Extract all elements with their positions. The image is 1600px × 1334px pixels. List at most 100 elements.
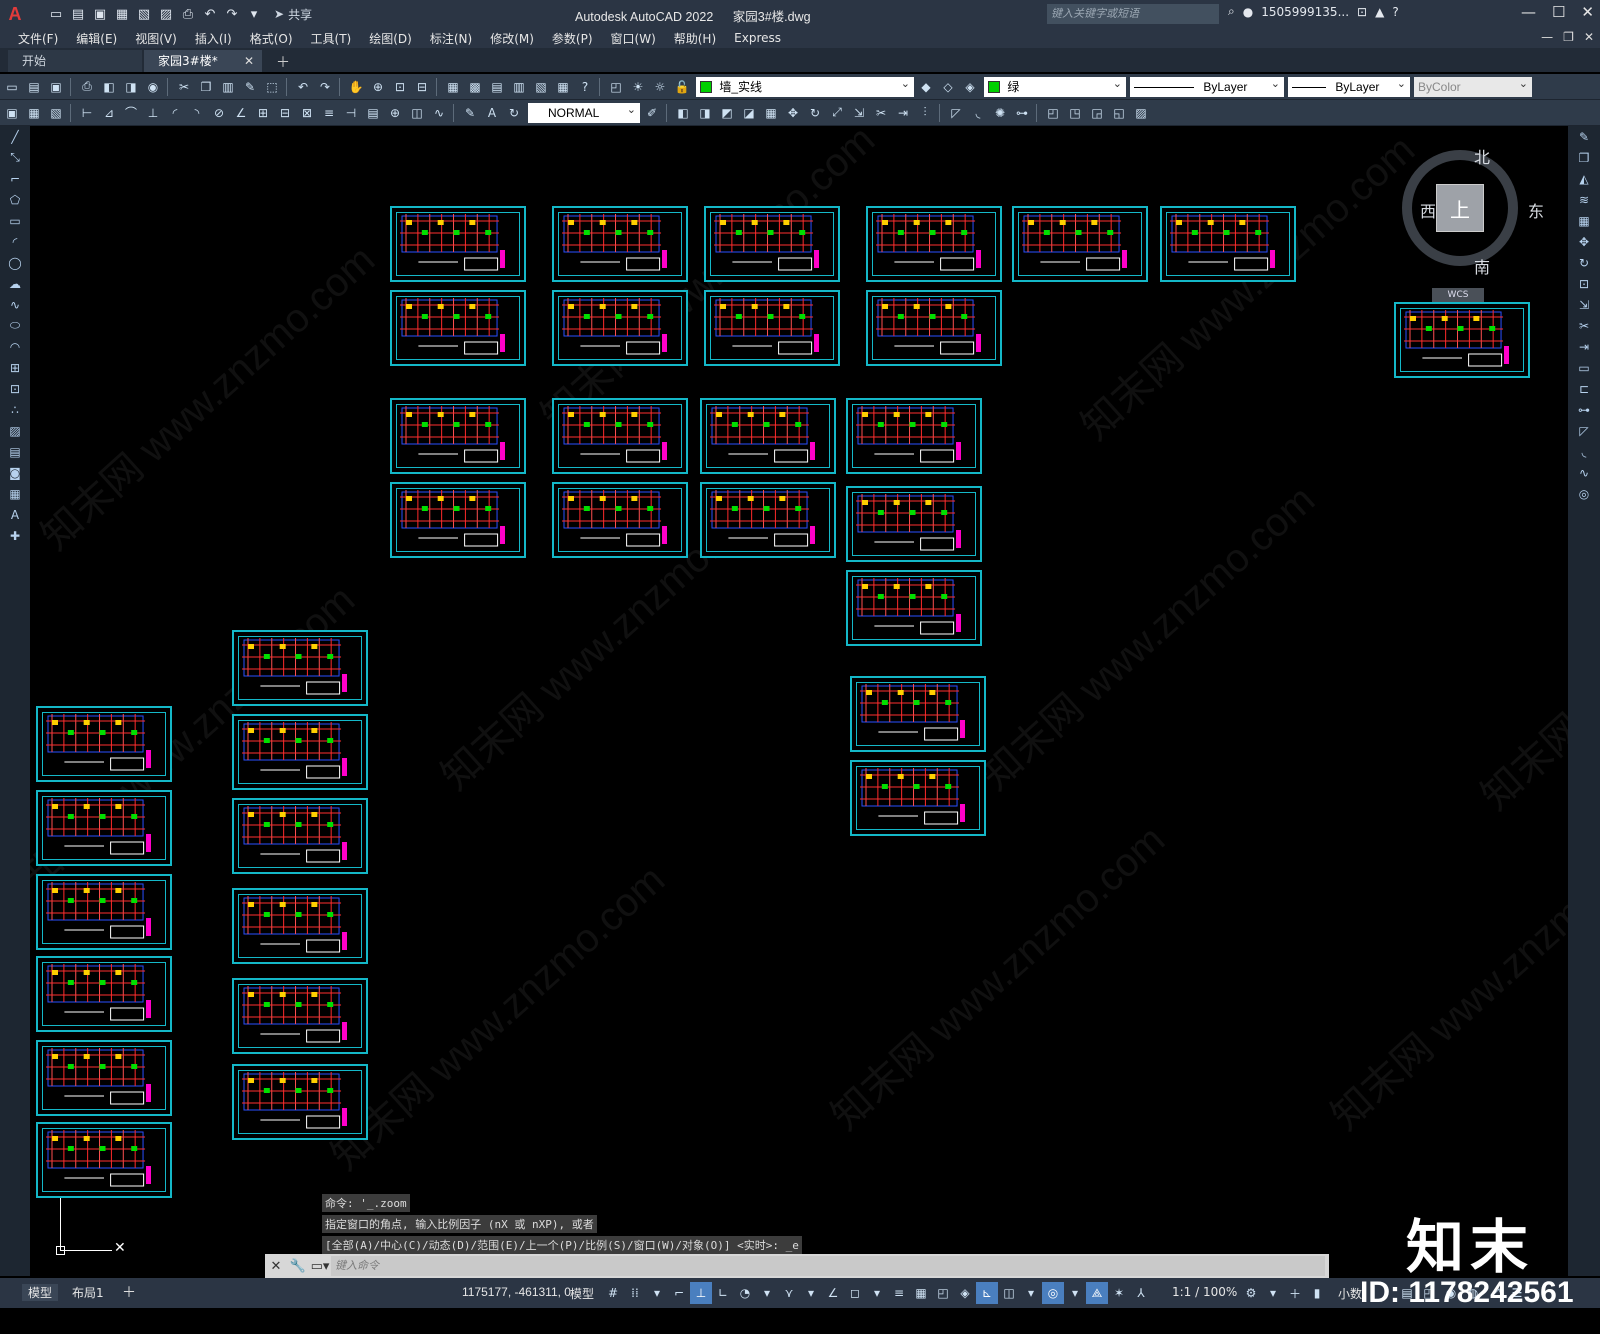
drawing-sheet[interactable]: [866, 206, 1002, 282]
scale-icon[interactable]: ⤢: [827, 103, 847, 123]
ordinate-dim-icon[interactable]: ⊥: [143, 103, 163, 123]
send-back-icon[interactable]: ◲: [1087, 103, 1107, 123]
dim-space-icon[interactable]: ≡: [319, 103, 339, 123]
drawing-sheet[interactable]: [36, 790, 172, 866]
pan-icon[interactable]: ✋: [346, 77, 366, 97]
properties-icon[interactable]: ▦: [443, 77, 463, 97]
dropdown-icon[interactable]: ▾: [866, 1282, 888, 1304]
block-editor-icon[interactable]: ⬚: [262, 77, 282, 97]
coordinates-readout[interactable]: 1175177, -461311, 0: [462, 1285, 571, 1299]
hatch-back-icon[interactable]: ▨: [1131, 103, 1151, 123]
annotation-monitor-icon[interactable]: ＋: [1284, 1282, 1306, 1304]
preview-icon[interactable]: ◧: [99, 77, 119, 97]
baseline-dim-icon[interactable]: ⊟: [275, 103, 295, 123]
region-icon[interactable]: ◙: [0, 462, 30, 483]
angular-dim-icon[interactable]: ∠: [231, 103, 251, 123]
rectangle-icon[interactable]: ▭: [0, 210, 30, 231]
drawing-sheet[interactable]: [232, 978, 368, 1054]
customize-qat-icon[interactable]: ▾: [244, 4, 264, 24]
drawing-sheet[interactable]: [1394, 302, 1530, 378]
drawing-sheet[interactable]: [700, 398, 836, 474]
inspect-icon[interactable]: ◫: [407, 103, 427, 123]
array-icon[interactable]: ▦: [761, 103, 781, 123]
add-selected-icon[interactable]: ✚: [0, 525, 30, 546]
trim-icon[interactable]: ✂: [1568, 315, 1600, 336]
ellipse-arc-icon[interactable]: ◠: [0, 336, 30, 357]
menu-item[interactable]: 格式(O): [250, 30, 293, 47]
annotation-visibility-icon[interactable]: ⟁: [1086, 1282, 1108, 1304]
tab-drawing[interactable]: 家园3#楼* ✕: [144, 50, 262, 72]
dim-style-manager-icon[interactable]: ✐: [642, 103, 662, 123]
drawing-sheet[interactable]: [232, 888, 368, 964]
3d-osnap-icon[interactable]: ◈: [954, 1282, 976, 1304]
rotate-icon[interactable]: ↻: [1568, 252, 1600, 273]
make-block-icon[interactable]: ⊡: [0, 378, 30, 399]
paste-icon[interactable]: ▥: [218, 77, 238, 97]
search-icon[interactable]: ⌕: [1228, 4, 1235, 19]
fillet-icon[interactable]: ◟: [1568, 441, 1600, 462]
close-doc-icon[interactable]: ✕: [1584, 30, 1594, 44]
menu-item[interactable]: 编辑(E): [76, 30, 117, 47]
add-layout-icon[interactable]: ＋: [122, 1282, 136, 1302]
insert-icon[interactable]: ▧: [46, 103, 66, 123]
chamfer-icon[interactable]: ◸: [1568, 420, 1600, 441]
stretch-icon[interactable]: ⇲: [1568, 294, 1600, 315]
grid-icon[interactable]: #: [602, 1282, 624, 1304]
tab-model[interactable]: 模型: [22, 1284, 59, 1301]
selection-filter-icon[interactable]: ◫: [998, 1282, 1020, 1304]
new-tab-icon[interactable]: ＋: [276, 52, 290, 72]
mirror-icon[interactable]: ◩: [717, 103, 737, 123]
text-front-icon[interactable]: ◱: [1109, 103, 1129, 123]
autodesk-app-icon[interactable]: ▲: [1375, 5, 1384, 19]
annotation-scale[interactable]: 1:1 / 100%: [1172, 1285, 1237, 1299]
dropdown-icon[interactable]: ▾: [800, 1282, 822, 1304]
linetype-dropdown[interactable]: ByLayer: [1130, 74, 1284, 97]
tool-palettes-icon[interactable]: ▤: [487, 77, 507, 97]
close-icon[interactable]: ✕: [265, 1259, 287, 1274]
object-snap-tracking-icon[interactable]: ∠: [822, 1282, 844, 1304]
drawing-canvas[interactable]: 知末网 www.znzmo.com 知末网 www.znzmo.com 知末网 …: [30, 126, 1568, 1276]
center-mark-icon[interactable]: ⊕: [385, 103, 405, 123]
share-button[interactable]: ➤ 共享: [274, 6, 312, 23]
layer-properties-icon[interactable]: ◰: [606, 77, 626, 97]
drawing-sheet[interactable]: [36, 706, 172, 782]
3d-print-icon[interactable]: ◉: [143, 77, 163, 97]
cut-icon[interactable]: ✂: [174, 77, 194, 97]
continue-dim-icon[interactable]: ⊠: [297, 103, 317, 123]
dim-text-edit-icon[interactable]: A: [482, 103, 502, 123]
print-icon[interactable]: ⎙: [178, 4, 198, 24]
dim-break-icon[interactable]: ⊣: [341, 103, 361, 123]
drawing-sheet[interactable]: [704, 290, 840, 366]
point-icon[interactable]: ∴: [0, 399, 30, 420]
restore-doc-icon[interactable]: ❐: [1563, 30, 1574, 44]
dropdown-icon[interactable]: ▾: [1064, 1282, 1086, 1304]
zoom-previous-icon[interactable]: ⊟: [412, 77, 432, 97]
lineweight-icon[interactable]: ≡: [888, 1282, 910, 1304]
undo-icon[interactable]: ↶: [200, 4, 220, 24]
drawing-sheet[interactable]: [36, 956, 172, 1032]
calculator-icon[interactable]: ▦: [553, 77, 573, 97]
zoom-realtime-icon[interactable]: ⊕: [368, 77, 388, 97]
minimize-doc-icon[interactable]: —: [1541, 30, 1553, 44]
close-icon[interactable]: ✕: [244, 50, 254, 72]
publish-icon[interactable]: ▧: [134, 4, 154, 24]
drawing-sheet[interactable]: [850, 676, 986, 752]
search-input[interactable]: 键入关键字或短语: [1047, 4, 1219, 24]
polar-icon[interactable]: ◔: [734, 1282, 756, 1304]
bulb-icon[interactable]: ☀: [628, 77, 648, 97]
erase-icon[interactable]: ◧: [673, 103, 693, 123]
mirror-icon[interactable]: ◭: [1568, 168, 1600, 189]
menu-item[interactable]: 标注(N): [430, 30, 472, 47]
line-icon[interactable]: ╱: [0, 126, 30, 147]
units-icon[interactable]: ▮: [1306, 1282, 1328, 1304]
spline-icon[interactable]: ∿: [0, 294, 30, 315]
layer-dropdown[interactable]: 墙_实线: [696, 74, 914, 97]
redo-icon[interactable]: ↷: [315, 77, 335, 97]
insert-block-icon[interactable]: ⊞: [0, 357, 30, 378]
block-icon[interactable]: ▦: [24, 103, 44, 123]
drawing-sheet[interactable]: [232, 798, 368, 874]
help-icon[interactable]: ?: [1392, 5, 1398, 19]
save-view-icon[interactable]: ▣: [2, 103, 22, 123]
drawing-sheet[interactable]: [552, 398, 688, 474]
save-icon[interactable]: ▣: [46, 77, 66, 97]
